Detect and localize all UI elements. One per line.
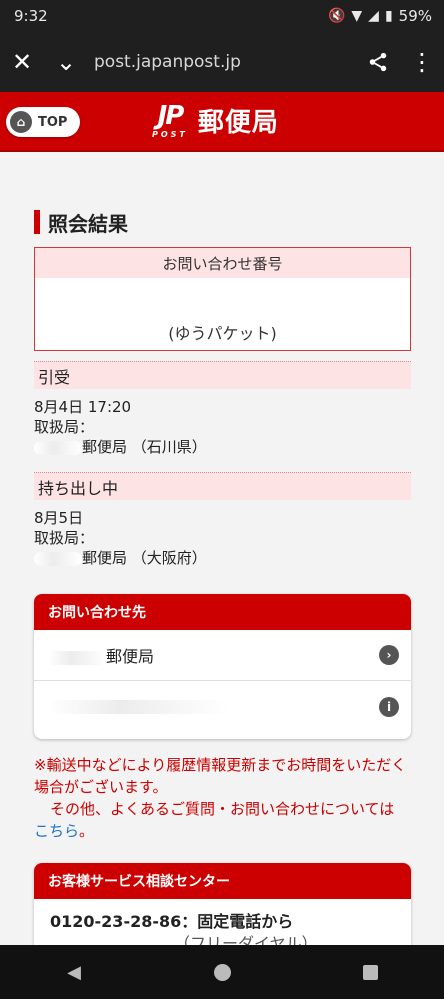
close-icon[interactable]: ✕ <box>0 40 44 84</box>
signal-icon: ◢ <box>368 8 379 24</box>
event-status: 引受 <box>34 361 411 389</box>
event-date: 8月5日 <box>34 509 84 527</box>
event-office-label: 取扱局： <box>34 418 95 436</box>
home-nav-icon[interactable] <box>197 963 247 981</box>
contact-office: 郵便局 <box>48 643 154 667</box>
more-vert-icon[interactable]: ⋮ <box>400 40 444 84</box>
event-office: 郵便局 （石川県） <box>34 437 411 457</box>
redacted-blur <box>34 440 82 455</box>
url-bar[interactable]: post.japanpost.jp <box>88 52 356 72</box>
redacted-blur <box>34 551 82 566</box>
logo-name: 郵便局 <box>197 108 279 138</box>
status-bar: 9:32 🔇 ▼ ◢ ▮ 59% <box>0 0 444 32</box>
redacted-blur <box>48 650 106 665</box>
event-out-for-delivery: 持ち出し中 8月5日 取扱局： 郵便局 （大阪府） <box>34 472 411 568</box>
notice-text: ※輸送中などにより履歴情報更新までお時間をいただく場合がございます。 その他、よ… <box>34 754 411 842</box>
title-accent <box>34 210 40 234</box>
info-icon: i <box>379 696 399 717</box>
status-time: 9:32 <box>14 7 48 25</box>
contact-info-row[interactable]: i <box>34 681 411 732</box>
chevron-right-icon: › <box>379 645 399 665</box>
event-accepted: 引受 8月4日 17:20 取扱局： 郵便局 （石川県） <box>34 361 411 457</box>
event-office-label: 取扱局： <box>34 529 95 547</box>
contact-office-row[interactable]: 郵便局 › <box>34 630 411 681</box>
notice-line2: その他、よくあるご質問・お問い合わせについては こちら。 <box>34 800 395 840</box>
mute-icon: 🔇 <box>327 8 346 24</box>
notice-line1: ※輸送中などにより履歴情報更新までお時間をいただく場合がございます。 <box>34 756 407 796</box>
recents-icon[interactable] <box>345 964 395 980</box>
status-icons: 🔇 ▼ ◢ ▮ 59% <box>328 7 432 25</box>
share-icon[interactable] <box>356 40 400 84</box>
top-button[interactable]: ⌂ TOP <box>6 107 80 137</box>
tracking-head: お問い合わせ番号 <box>35 248 410 278</box>
page-title: 照会結果 <box>34 208 128 236</box>
redacted-blur <box>48 699 228 714</box>
contact-head: お問い合わせ先 <box>34 594 411 630</box>
site-header: ⌂ TOP JP POST 郵便局 <box>0 92 444 152</box>
back-icon[interactable]: ◀ <box>49 962 99 983</box>
home-icon: ⌂ <box>10 111 32 133</box>
contact-card: お問い合わせ先 郵便局 › i <box>34 594 411 739</box>
system-nav-bar: ◀ <box>0 945 444 999</box>
event-status: 持ち出し中 <box>34 472 411 500</box>
tracking-number <box>35 278 410 308</box>
battery-icon: ▮ <box>384 8 393 24</box>
chevron-down-icon[interactable]: ⌄ <box>44 40 88 84</box>
jp-post-mark: JP POST <box>152 101 188 139</box>
tracking-box: お問い合わせ番号 (ゆうパケット) <box>34 247 411 351</box>
top-label: TOP <box>38 114 68 130</box>
service-center-head: お客様サービス相談センター <box>34 863 411 899</box>
event-date: 8月4日 17:20 <box>34 398 132 416</box>
wifi-icon: ▼ <box>351 8 363 24</box>
service-center-card: お客様サービス相談センター 0120-23-28-86：固定電話から （フリーダ… <box>34 863 411 953</box>
japan-post-logo[interactable]: JP POST 郵便局 <box>152 102 279 139</box>
event-office: 郵便局 （大阪府） <box>34 548 411 568</box>
browser-toolbar: ✕ ⌄ post.japanpost.jp ⋮ <box>0 32 444 92</box>
battery-level: 59% <box>398 7 432 25</box>
faq-link[interactable]: こちら <box>34 822 79 840</box>
tracking-type: (ゆうパケット) <box>168 324 277 343</box>
